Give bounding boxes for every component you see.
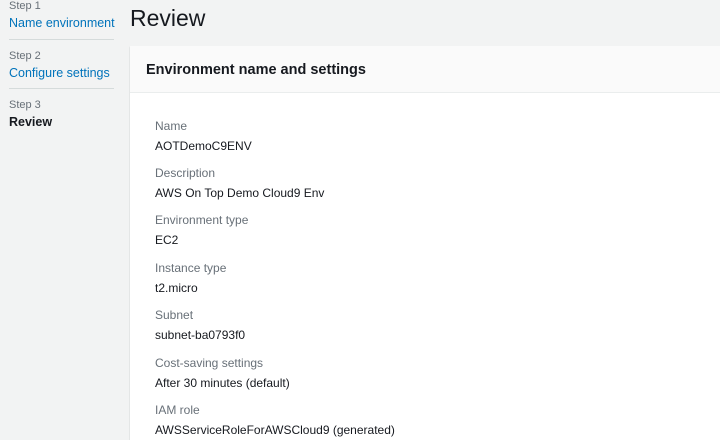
step-1: Step 1 Name environment: [9, 0, 115, 31]
field-label: IAM role: [155, 403, 200, 417]
step-2: Step 2 Configure settings: [9, 50, 114, 81]
field-value: subnet-ba0793f0: [155, 328, 246, 342]
step-1-link-name-environment[interactable]: Name environment: [9, 15, 115, 31]
step-divider: [9, 39, 114, 40]
field-instance-type: Instance type t2.micro: [155, 261, 695, 296]
page-title: Review: [130, 5, 206, 31]
field-iam-role: IAM role AWSServiceRoleForAWSCloud9 (gen…: [155, 403, 695, 438]
environment-settings-panel: Environment name and settings Name AOTDe…: [130, 46, 720, 440]
field-value: EC2: [155, 233, 179, 247]
step-divider: [9, 88, 114, 89]
field-value: AWS On Top Demo Cloud9 Env: [155, 186, 325, 200]
wizard-steps-nav: Step 1 Name environment Step 2 Configure…: [0, 0, 130, 440]
step-1-caption: Step 1: [9, 0, 41, 12]
step-2-link-configure-settings[interactable]: Configure settings: [9, 65, 114, 81]
field-label: Subnet: [155, 308, 194, 322]
step-3-current-review: Review: [9, 115, 53, 129]
field-value: AOTDemoC9ENV: [155, 139, 252, 153]
field-label: Environment type: [155, 213, 249, 227]
field-label: Description: [155, 166, 216, 180]
field-value: After 30 minutes (default): [155, 376, 290, 390]
field-label: Name: [155, 119, 188, 133]
field-label: Cost-saving settings: [155, 356, 264, 370]
step-2-caption: Step 2: [9, 50, 41, 62]
panel-header: Environment name and settings: [130, 46, 720, 93]
field-label: Instance type: [155, 261, 227, 275]
field-cost-saving-settings: Cost-saving settings After 30 minutes (d…: [155, 356, 695, 391]
field-description: Description AWS On Top Demo Cloud9 Env: [155, 166, 695, 201]
field-value: AWSServiceRoleForAWSCloud9 (generated): [155, 423, 395, 437]
field-value: t2.micro: [155, 281, 198, 295]
panel-title: Environment name and settings: [146, 62, 366, 78]
step-3-caption: Step 3: [9, 99, 41, 111]
field-name: Name AOTDemoC9ENV: [155, 119, 695, 154]
field-subnet: Subnet subnet-ba0793f0: [155, 308, 695, 343]
field-environment-type: Environment type EC2: [155, 213, 695, 248]
step-3: Step 3 Review: [9, 99, 114, 130]
